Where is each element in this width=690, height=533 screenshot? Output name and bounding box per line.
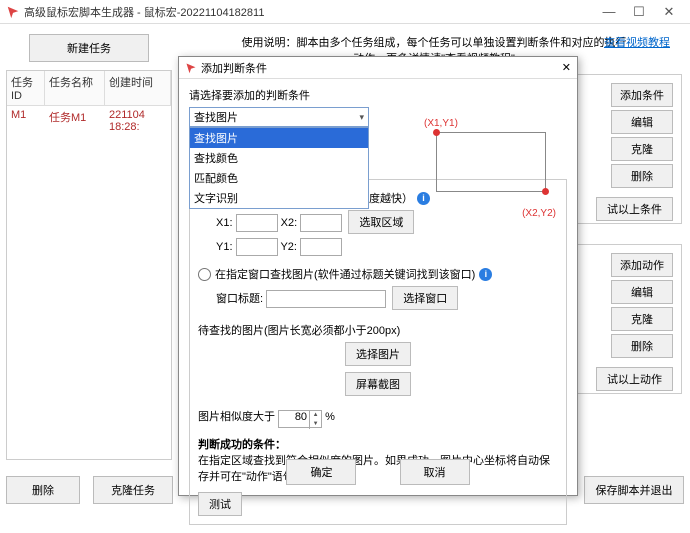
- edit-condition-button[interactable]: 编辑: [611, 110, 673, 134]
- pic-label: 待查找的图片(图片长宽必须都小于200px): [198, 322, 558, 338]
- test-conditions-button[interactable]: 试以上条件: [596, 197, 673, 221]
- video-tutorial-link[interactable]: 查看视频教程: [604, 34, 670, 50]
- test-button[interactable]: 测试: [198, 492, 242, 516]
- cancel-button[interactable]: 取消: [400, 459, 470, 485]
- option-find-image[interactable]: 查找图片: [190, 128, 368, 148]
- info-icon[interactable]: i: [479, 268, 492, 281]
- y2-input[interactable]: [300, 238, 342, 256]
- table-row[interactable]: M1 任务M1 221104 18:28:: [7, 106, 171, 136]
- clone-task-button[interactable]: 克隆任务: [93, 476, 173, 504]
- add-condition-dialog: 添加判断条件 ✕ 请选择要添加的判断条件 查找图片 ▾ 查找图片 查找颜色 匹配…: [178, 56, 578, 496]
- select-picture-button[interactable]: 选择图片: [345, 342, 411, 366]
- left-panel: 新建任务 任务ID 任务名称 创建时间 M1 任务M1 221104 18:28…: [0, 24, 178, 510]
- info-icon[interactable]: i: [417, 192, 430, 205]
- test-actions-button[interactable]: 试以上动作: [596, 367, 673, 391]
- coord-diagram: (X1,Y1) (X2,Y2): [426, 120, 556, 192]
- ok-button[interactable]: 确定: [286, 459, 356, 485]
- col-task-id[interactable]: 任务ID: [7, 71, 45, 105]
- y1-input[interactable]: [236, 238, 278, 256]
- delete-condition-button[interactable]: 删除: [611, 164, 673, 188]
- select-window-button[interactable]: 选择窗口: [392, 286, 458, 310]
- minimize-button[interactable]: —: [594, 4, 624, 19]
- option-ocr[interactable]: 文字识别: [190, 188, 368, 208]
- titlebar: 高级鼠标宏脚本生成器 - 鼠标宏-20221104182811 — ☐ ✕: [0, 0, 690, 24]
- option-match-color[interactable]: 匹配颜色: [190, 168, 368, 188]
- clone-action-button[interactable]: 克隆: [611, 307, 673, 331]
- condition-type-dropdown[interactable]: 查找图片 ▾: [189, 107, 369, 127]
- dialog-prompt: 请选择要添加的判断条件: [189, 87, 567, 103]
- radio-window[interactable]: [198, 268, 211, 281]
- add-action-button[interactable]: 添加动作: [611, 253, 673, 277]
- maximize-button[interactable]: ☐: [624, 4, 654, 20]
- dialog-title: 添加判断条件: [201, 60, 562, 76]
- select-region-button[interactable]: 选取区域: [348, 210, 414, 234]
- col-task-name[interactable]: 任务名称: [45, 71, 105, 105]
- close-button[interactable]: ✕: [654, 4, 684, 20]
- screenshot-button[interactable]: 屏幕截图: [345, 372, 411, 396]
- edit-action-button[interactable]: 编辑: [611, 280, 673, 304]
- delete-action-button[interactable]: 删除: [611, 334, 673, 358]
- dialog-close-button[interactable]: ✕: [562, 61, 571, 74]
- clone-condition-button[interactable]: 克隆: [611, 137, 673, 161]
- delete-task-button[interactable]: 删除: [6, 476, 80, 504]
- app-icon: [6, 5, 20, 19]
- new-task-button[interactable]: 新建任务: [29, 34, 149, 62]
- col-task-time[interactable]: 创建时间: [105, 71, 171, 105]
- save-exit-button[interactable]: 保存脚本并退出: [584, 476, 684, 504]
- task-table: 任务ID 任务名称 创建时间 M1 任务M1 221104 18:28:: [6, 70, 172, 460]
- x1-input[interactable]: [236, 214, 278, 232]
- window-title: 高级鼠标宏脚本生成器 - 鼠标宏-20221104182811: [24, 4, 594, 20]
- option-find-color[interactable]: 查找颜色: [190, 148, 368, 168]
- add-condition-button[interactable]: 添加条件: [611, 83, 673, 107]
- x2-input[interactable]: [300, 214, 342, 232]
- chevron-down-icon: ▾: [359, 112, 364, 123]
- similarity-input[interactable]: 80▲▼: [278, 410, 322, 428]
- window-title-input[interactable]: [266, 290, 386, 308]
- dialog-icon: [185, 62, 197, 74]
- condition-type-droplist: 查找图片 查找颜色 匹配颜色 文字识别: [189, 127, 369, 209]
- success-header: 判断成功的条件：: [198, 436, 558, 452]
